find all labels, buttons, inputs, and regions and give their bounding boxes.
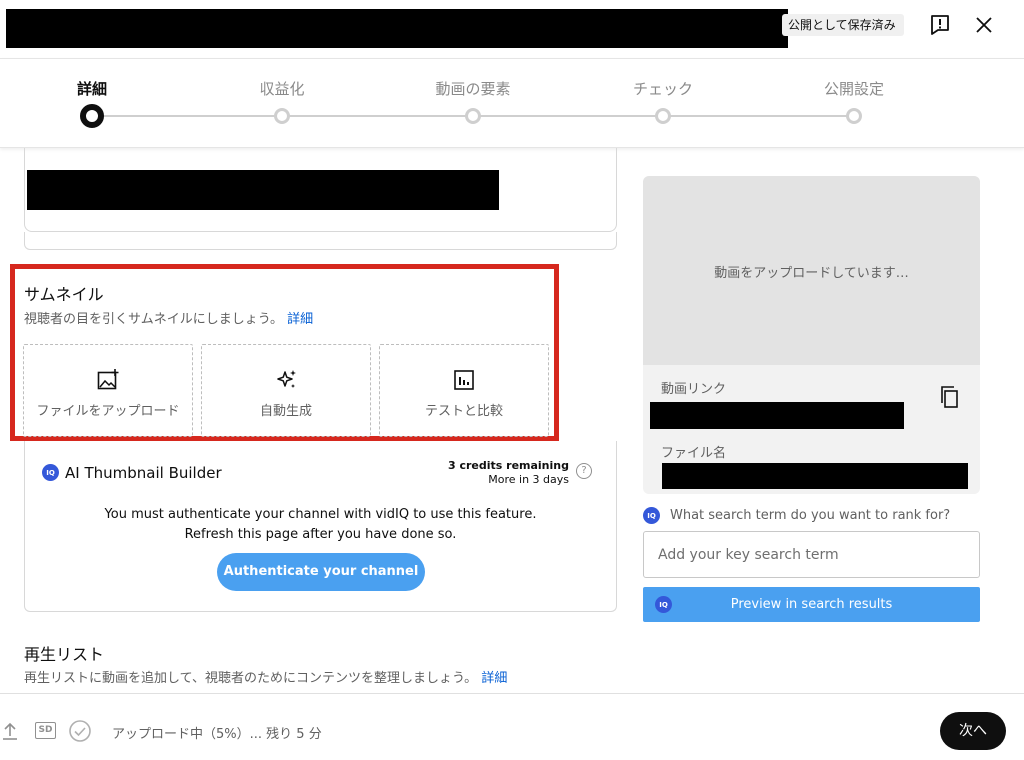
- video-preview-card: 動画をアップロードしています… 動画リンク ファイル名: [643, 176, 980, 494]
- next-button[interactable]: 次へ: [940, 712, 1006, 750]
- thumbnail-subtitle: 視聴者の目を引くサムネイルにしましょう。 詳細: [24, 308, 313, 327]
- playlist-subtitle-text: 再生リストに動画を追加して、視聴者のためにコンテンツを整理しましょう。: [24, 671, 478, 686]
- redacted-video-title: [6, 9, 788, 48]
- ai-thumbnail-builder-panel: IQ AI Thumbnail Builder 3 credits remain…: [24, 441, 617, 612]
- upload-arrow-icon: [3, 722, 17, 740]
- video-link-label: 動画リンク: [661, 382, 727, 397]
- test-and-compare-button[interactable]: テストと比較: [379, 344, 549, 437]
- close-button[interactable]: [970, 11, 998, 39]
- step-label: チェック: [632, 80, 693, 98]
- footer-bar: SD アップロード中（5%）... 残り 5 分 次へ: [0, 693, 1024, 760]
- auto-generate-label: 自動生成: [259, 404, 312, 419]
- auth-message-line2: Refresh this page after you have done so…: [184, 527, 457, 542]
- sd-quality-icon: SD: [35, 722, 56, 739]
- upload-thumbnail-button[interactable]: ファイルをアップロード: [23, 344, 193, 437]
- playlist-title: 再生リスト: [24, 645, 105, 664]
- thumbnail-details-link[interactable]: 詳細: [287, 312, 313, 327]
- credits-remaining: 3 credits remaining: [447, 459, 569, 472]
- step-label: 収益化: [259, 80, 305, 98]
- uploading-status: 動画をアップロードしています…: [714, 266, 909, 281]
- video-preview: 動画をアップロードしています…: [643, 176, 980, 365]
- thumbnail-title: サムネイル: [24, 285, 104, 304]
- step-label: 詳細: [76, 80, 107, 98]
- exclamation-feedback-icon: [931, 15, 949, 35]
- redacted-filename: [662, 463, 968, 489]
- test-and-compare-label: テストと比較: [424, 404, 503, 419]
- vidiq-logo-icon: IQ: [643, 507, 660, 524]
- save-status-badge: 公開として保存済み: [782, 14, 904, 36]
- step-dot: [655, 108, 671, 124]
- step-dot: [274, 108, 290, 124]
- filename-label: ファイル名: [661, 446, 727, 461]
- description-box-bottom: [24, 232, 617, 250]
- search-term-question: IQ What search term do you want to rank …: [643, 507, 950, 524]
- step-checks[interactable]: チェック: [603, 59, 723, 149]
- playlist-details-link[interactable]: 詳細: [481, 671, 507, 686]
- copy-link-icon[interactable]: [937, 385, 961, 409]
- help-question-icon[interactable]: ?: [576, 463, 592, 479]
- header: 公開として保存済み: [0, 0, 1024, 58]
- preview-search-results-label: Preview in search results: [730, 597, 893, 612]
- step-dot: [846, 108, 862, 124]
- image-add-icon: [24, 368, 192, 392]
- redacted-description: [27, 170, 499, 210]
- auto-generate-button[interactable]: 自動生成: [201, 344, 371, 437]
- check-circle-icon: [69, 720, 91, 742]
- ai-builder-title: AI Thumbnail Builder: [65, 464, 222, 482]
- playlist-subtitle: 再生リストに動画を追加して、視聴者のためにコンテンツを整理しましょう。 詳細: [24, 667, 507, 686]
- step-video-elements[interactable]: 動画の要素: [413, 59, 533, 149]
- sd-badge-text: SD: [38, 725, 53, 735]
- upload-thumbnail-label: ファイルをアップロード: [36, 404, 180, 419]
- step-visibility[interactable]: 公開設定: [794, 59, 914, 149]
- authenticate-channel-button[interactable]: Authenticate your channel: [217, 553, 425, 591]
- thumbnail-subtitle-text: 視聴者の目を引くサムネイルにしましょう。: [24, 312, 283, 327]
- redacted-video-link[interactable]: [650, 402, 904, 429]
- step-label: 公開設定: [823, 80, 884, 98]
- key-search-term-input[interactable]: [643, 531, 980, 578]
- auth-message-line1: You must authenticate your channel with …: [104, 507, 537, 522]
- credits-info: 3 credits remaining More in 3 days: [448, 459, 569, 487]
- sparkle-icon: [202, 368, 370, 392]
- description-textarea[interactable]: [24, 148, 617, 232]
- bar-chart-icon: [380, 368, 548, 392]
- credits-refresh: More in 3 days: [488, 473, 569, 486]
- feedback-button[interactable]: [926, 11, 954, 39]
- vidiq-logo-icon: IQ: [42, 464, 59, 481]
- close-x-icon: [976, 17, 992, 33]
- search-term-question-text: What search term do you want to rank for…: [670, 508, 951, 523]
- step-details[interactable]: 詳細: [32, 59, 152, 149]
- progress-stepper: 詳細 収益化 動画の要素 チェック 公開設定: [0, 58, 1024, 148]
- step-label: 動画の要素: [435, 80, 511, 98]
- step-monetization[interactable]: 収益化: [222, 59, 342, 149]
- preview-search-results-button[interactable]: IQ Preview in search results: [643, 587, 980, 622]
- thumbnail-section: サムネイル 視聴者の目を引くサムネイルにしましょう。 詳細 ファイルをアップロー…: [10, 264, 559, 441]
- step-dot: [465, 108, 481, 124]
- upload-progress-status: アップロード中（5%）... 残り 5 分: [112, 727, 322, 742]
- step-dot-active: [80, 104, 104, 128]
